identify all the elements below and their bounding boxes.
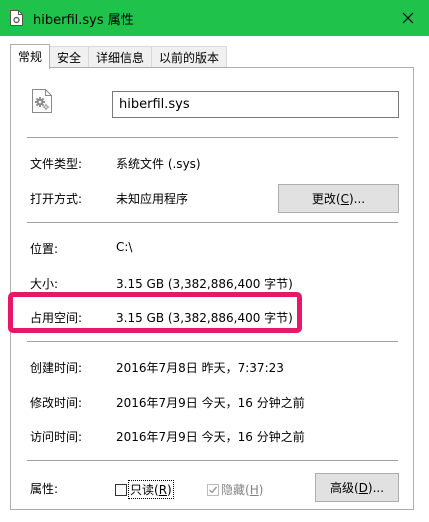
modified-value: 2016年7月9日 今天，16 分钟之前 xyxy=(116,396,305,410)
tab-general[interactable]: 常规 xyxy=(10,44,51,69)
size-label: 大小: xyxy=(30,277,59,291)
created-value: 2016年7月8日 昨天，7:37:23 xyxy=(116,361,284,375)
checkmark-icon xyxy=(209,486,218,494)
checkbox-box[interactable] xyxy=(115,483,127,496)
tab-details[interactable]: 详细信息 xyxy=(88,46,153,69)
checkbox-box[interactable] xyxy=(207,483,219,496)
separator xyxy=(27,222,398,223)
title-bar: hiberfil.sys 属性 xyxy=(0,0,429,36)
file-type-label: 文件类型: xyxy=(30,157,83,171)
system-file-icon xyxy=(32,89,52,113)
readonly-label: 只读(R) xyxy=(128,480,174,499)
file-gear-icon xyxy=(10,10,23,26)
size-on-disk-label: 占用空间: xyxy=(30,311,83,325)
separator xyxy=(27,137,398,138)
hidden-checkbox[interactable]: 隐藏(H) xyxy=(207,481,263,498)
size-on-disk-value: 3.15 GB (3,382,886,400 字节) xyxy=(116,311,293,325)
tab-security[interactable]: 安全 xyxy=(49,46,90,69)
attributes-label: 属性: xyxy=(30,482,59,496)
window-title: hiberfil.sys 属性 xyxy=(33,13,134,28)
created-label: 创建时间: xyxy=(30,361,83,375)
change-button[interactable]: 更改(C)... xyxy=(278,184,399,213)
modified-label: 修改时间: xyxy=(30,396,83,410)
close-icon xyxy=(402,12,414,24)
opens-with-label: 打开方式: xyxy=(30,192,83,206)
close-button[interactable] xyxy=(393,4,423,32)
accessed-value: 2016年7月9日 今天，16 分钟之前 xyxy=(116,430,305,444)
opens-with-value: 未知应用程序 xyxy=(116,192,189,206)
location-value: C:\ xyxy=(116,240,133,254)
accessed-label: 访问时间: xyxy=(30,430,83,444)
hidden-label: 隐藏(H) xyxy=(221,483,264,497)
size-value: 3.15 GB (3,382,886,400 字节) xyxy=(116,277,293,291)
separator xyxy=(27,460,398,461)
advanced-button[interactable]: 高级(D)... xyxy=(315,473,399,502)
filename-input[interactable] xyxy=(112,91,399,118)
separator xyxy=(27,341,398,342)
location-label: 位置: xyxy=(30,242,59,256)
readonly-checkbox[interactable]: 只读(R) xyxy=(115,480,174,499)
tab-strip: 常规 安全 详细信息 以前的版本 xyxy=(10,44,228,69)
file-type-value: 系统文件 (.sys) xyxy=(116,157,201,171)
tab-previous-versions[interactable]: 以前的版本 xyxy=(151,46,228,69)
